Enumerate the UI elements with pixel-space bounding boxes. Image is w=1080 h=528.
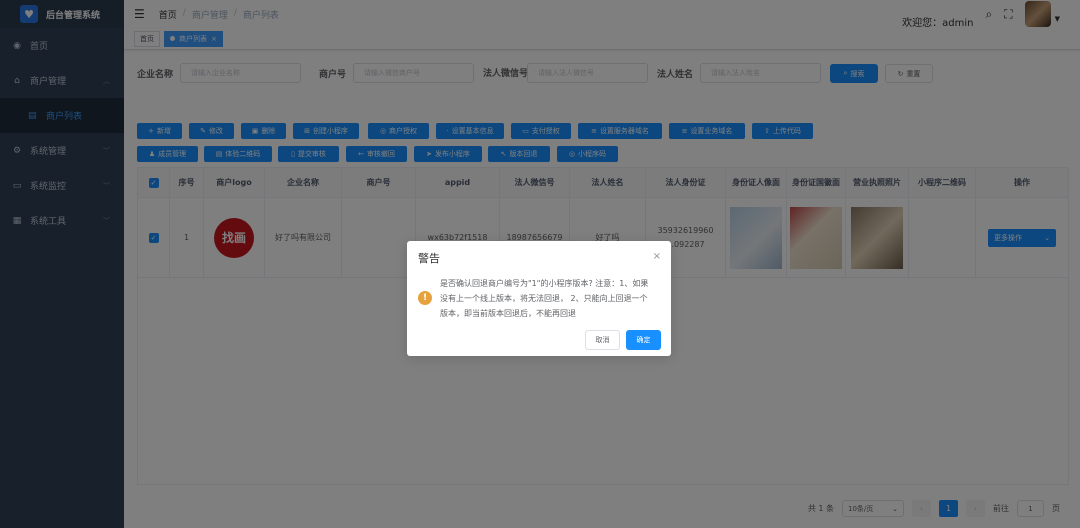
warning-dialog: 警告 × ! 是否确认回退商户编号为"1"的小程序版本? 注意：1、如果没有上一… (407, 241, 671, 356)
dialog-title: 警告 (418, 252, 440, 265)
warning-icon: ! (418, 291, 432, 305)
confirm-button[interactable]: 确定 (626, 330, 661, 350)
close-icon[interactable]: × (653, 251, 661, 262)
cancel-button[interactable]: 取消 (585, 330, 620, 350)
dialog-message: 是否确认回退商户编号为"1"的小程序版本? 注意：1、如果没有上一个线上版本，将… (440, 279, 649, 318)
